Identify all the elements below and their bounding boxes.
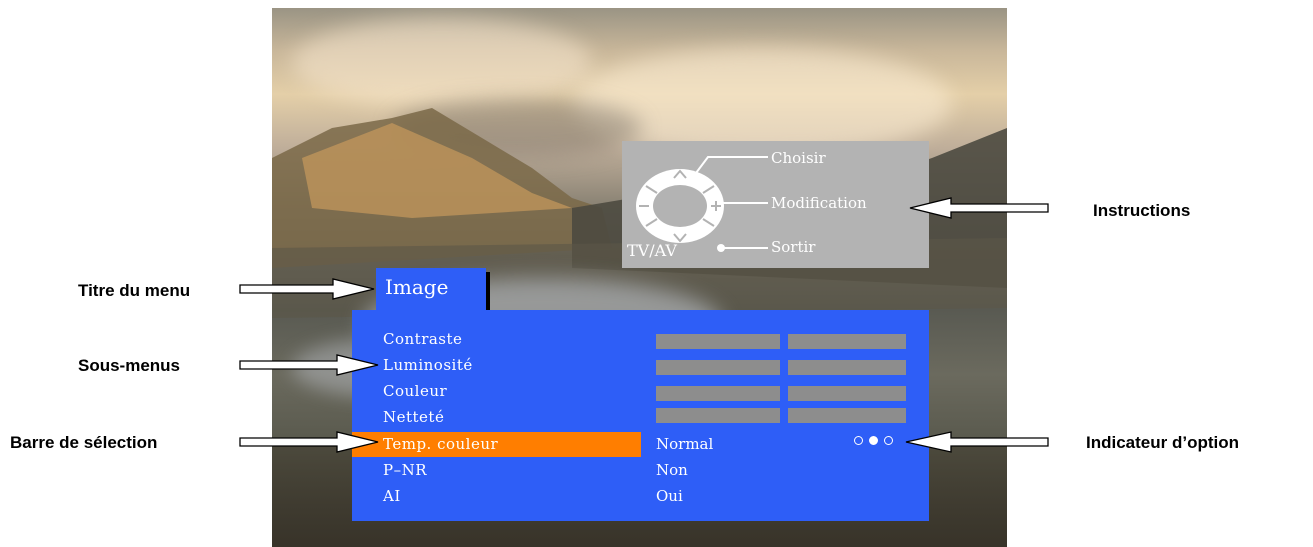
modify-instruction: Modification	[771, 194, 867, 212]
menu-item-contrast[interactable]: Contraste	[352, 327, 641, 352]
contrast-bar-right[interactable]	[788, 334, 906, 349]
sharpness-bar-left[interactable]	[656, 408, 780, 423]
color-temperature-value: Normal	[656, 435, 714, 453]
tv-av-key-label: TV/AV	[627, 241, 677, 260]
menu-item-color[interactable]: Couleur	[352, 379, 641, 404]
arrow-left-icon	[905, 431, 1049, 453]
color-bar-right[interactable]	[788, 386, 906, 401]
menu-item-sharpness[interactable]: Netteté	[352, 405, 641, 430]
menu-item-p-nr[interactable]: P–NR	[352, 458, 641, 483]
ai-value: Oui	[656, 487, 683, 505]
callout-instructions: Instructions	[1093, 201, 1191, 220]
arrow-right-icon	[239, 278, 375, 300]
callout-menu-title: Titre du menu	[78, 281, 191, 300]
instructions-panel: Choisir Modification Sortir TV/AV	[622, 141, 929, 268]
callout-submenus: Sous-menus	[78, 356, 181, 375]
option-dot	[854, 436, 863, 445]
select-instruction: Choisir	[771, 149, 826, 167]
option-dot	[884, 436, 893, 445]
menu-panel: Contraste Luminosité Couleur Netteté Tem…	[352, 310, 929, 521]
contrast-bar-left[interactable]	[656, 334, 780, 349]
arrow-right-icon	[239, 431, 379, 453]
brightness-bar-right[interactable]	[788, 360, 906, 375]
p-nr-value: Non	[656, 461, 688, 479]
option-dot-active	[869, 436, 878, 445]
brightness-bar-left[interactable]	[656, 360, 780, 375]
color-bar-left[interactable]	[656, 386, 780, 401]
arrow-right-icon	[239, 354, 379, 376]
menu-item-color-temperature[interactable]: Temp. couleur	[352, 432, 641, 457]
menu-title: Image	[376, 268, 486, 310]
arrow-left-icon	[909, 197, 1049, 219]
exit-instruction: Sortir	[771, 238, 816, 256]
menu-item-brightness[interactable]: Luminosité	[352, 353, 641, 378]
option-indicator	[854, 436, 893, 448]
sharpness-bar-right[interactable]	[788, 408, 906, 423]
callout-option-indicator: Indicateur d’option	[1086, 433, 1239, 452]
menu-item-ai[interactable]: AI	[352, 484, 641, 509]
callout-selection-bar: Barre de sélection	[10, 433, 158, 452]
